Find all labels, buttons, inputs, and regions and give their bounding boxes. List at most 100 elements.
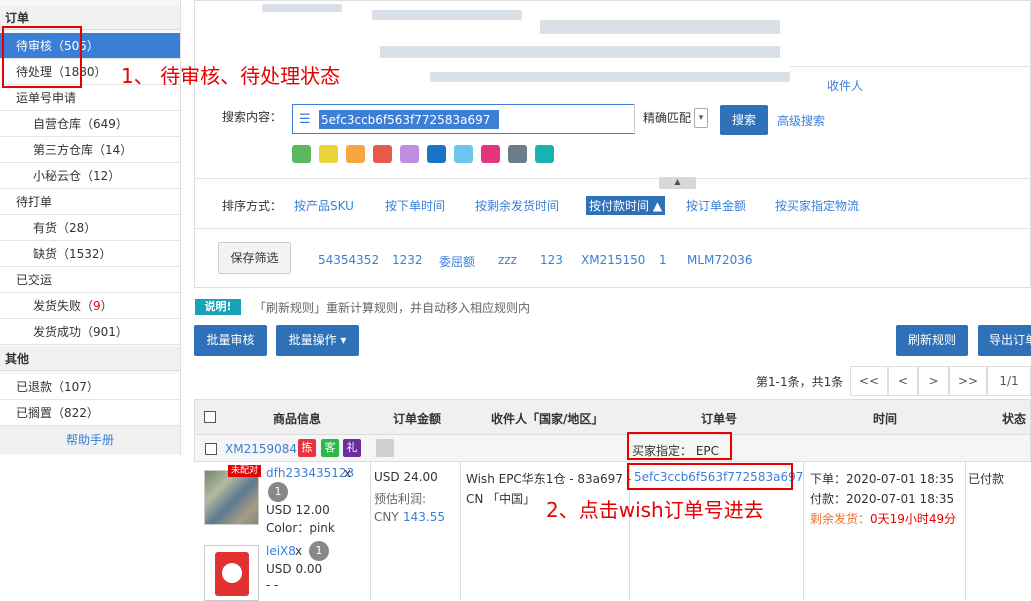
- profit-value: 143.55: [403, 510, 445, 524]
- sidebar-item-out-of-stock[interactable]: 缺货（1532）: [0, 241, 180, 267]
- order-placed-time: 下单：2020-07-01 18:35: [810, 472, 955, 486]
- pager-first-button[interactable]: <<: [850, 366, 888, 396]
- placeholder-tag: [376, 439, 394, 457]
- search-label: 搜索内容：: [222, 110, 283, 124]
- sidebar-item-count-number: 9: [93, 299, 101, 313]
- redacted-area: [372, 10, 522, 20]
- sidebar-item-count: （822）: [52, 406, 99, 420]
- collapse-toggle[interactable]: ▲: [659, 177, 696, 189]
- sidebar-item-own-warehouse[interactable]: 自营仓库（649）: [0, 111, 180, 137]
- notice-text: 「刷新规则」重新计算规则，并自动移入相应规则内: [254, 301, 531, 315]
- pager-next-button[interactable]: >: [918, 366, 949, 396]
- product-thumbnail[interactable]: [204, 470, 259, 525]
- pager-prev-button[interactable]: <: [888, 366, 918, 396]
- color-swatch[interactable]: [508, 145, 527, 163]
- annotation-box-order-number: [627, 463, 793, 490]
- save-filter-button[interactable]: 保存筛选: [218, 242, 291, 274]
- pager-summary: 第1-1条，共1条: [756, 375, 844, 389]
- sort-by-payment-time[interactable]: 按付款时间 ▲: [586, 196, 666, 215]
- order-status: 已付款: [968, 472, 1005, 486]
- sidebar-item-shipped[interactable]: 已交运: [0, 267, 180, 293]
- sidebar-item-count: （14）: [93, 143, 133, 157]
- qty-separator: x: [344, 466, 352, 480]
- saved-filter[interactable]: 1: [659, 253, 667, 267]
- color-swatch[interactable]: [535, 145, 554, 163]
- annotation-step-1: 1、 待审核、待处理状态: [121, 64, 341, 88]
- sidebar-item-cloud-warehouse[interactable]: 小秘云仓（12）: [0, 163, 180, 189]
- notice-badge: 说明!: [195, 299, 241, 315]
- saved-filter[interactable]: MLM72036: [687, 253, 753, 267]
- product-price: USD 12.00: [266, 503, 330, 517]
- chevron-down-icon: ▾: [694, 108, 708, 128]
- col-order-number: 订单号: [701, 412, 738, 426]
- profit-currency: CNY: [374, 510, 399, 524]
- color-swatch[interactable]: [481, 145, 500, 163]
- sort-by-buyer-logistics[interactable]: 按买家指定物流: [775, 197, 859, 214]
- saved-filter[interactable]: 54354352: [318, 253, 379, 267]
- sort-by-amount[interactable]: 按订单金额: [686, 197, 746, 214]
- product-sku-link[interactable]: dfh233435123: [266, 466, 354, 480]
- export-orders-button[interactable]: 导出订单: [978, 325, 1031, 356]
- refresh-rules-button[interactable]: 刷新规则: [896, 325, 968, 356]
- sidebar-item-to-print[interactable]: 待打单: [0, 189, 180, 215]
- pager-last-button[interactable]: >>: [949, 366, 987, 396]
- color-swatch[interactable]: [346, 145, 365, 163]
- help-manual-link[interactable]: 帮助手册: [0, 426, 180, 454]
- color-swatch[interactable]: [427, 145, 446, 163]
- search-button[interactable]: 搜索: [720, 105, 768, 135]
- sort-by-remaining-ship-time[interactable]: 按剩余发货时间: [475, 197, 559, 214]
- sidebar-item-count: （12）: [81, 169, 121, 183]
- quantity-badge: 1: [268, 482, 288, 502]
- divider: [790, 66, 1031, 67]
- color-swatch[interactable]: [319, 145, 338, 163]
- color-swatch[interactable]: [373, 145, 392, 163]
- order-id-link[interactable]: XM2159084: [225, 442, 297, 456]
- saved-filter[interactable]: 委屈额: [439, 253, 475, 270]
- recipient-name: Wish EPC华东1仓 - 83a697 -: [466, 472, 632, 486]
- product-color: Color：pink: [266, 521, 335, 535]
- quantity-badge: 1: [309, 541, 329, 561]
- select-all-checkbox[interactable]: [204, 411, 216, 423]
- product-sku-link[interactable]: leiX8: [266, 544, 296, 558]
- sidebar-item-label: 自营仓库: [33, 117, 82, 131]
- sidebar-item-label: 有货: [33, 221, 58, 235]
- sidebar-item-third-party-warehouse[interactable]: 第三方仓库（14）: [0, 137, 180, 163]
- color-swatch[interactable]: [454, 145, 473, 163]
- remaining-ship-time: 0天19小时49分: [870, 512, 957, 526]
- recipient-filter-link[interactable]: 收件人: [827, 77, 863, 94]
- col-divider: [965, 462, 966, 601]
- batch-review-button[interactable]: 批量审核: [194, 325, 267, 356]
- redacted-area: [380, 46, 780, 58]
- sidebar-item-in-stock[interactable]: 有货（28）: [0, 215, 180, 241]
- sort-by-order-time[interactable]: 按下单时间: [385, 197, 445, 214]
- match-mode-select[interactable]: 精确匹配 ▾: [634, 104, 710, 134]
- search-panel: [194, 0, 1031, 288]
- sidebar-item-label: 第三方仓库: [33, 143, 94, 157]
- sort-label: 排序方式：: [222, 199, 283, 213]
- recipient-country: CN 「中国」: [466, 492, 536, 506]
- color-swatch[interactable]: [292, 145, 311, 163]
- sort-by-sku[interactable]: 按产品SKU: [294, 197, 354, 214]
- sidebar-item-label: 已退款: [16, 380, 53, 394]
- sidebar-item-on-hold[interactable]: 已搁置（822）: [0, 400, 180, 426]
- order-checkbox[interactable]: [205, 443, 217, 455]
- color-swatch[interactable]: [400, 145, 419, 163]
- advanced-search-link[interactable]: 高级搜索: [777, 112, 825, 129]
- col-time: 时间: [873, 412, 898, 426]
- col-product-info: 商品信息: [273, 412, 322, 426]
- product-thumbnail[interactable]: [204, 545, 259, 601]
- sidebar-item-ship-success[interactable]: 发货成功（901）: [0, 319, 180, 345]
- annotation-box-status: [2, 26, 82, 88]
- saved-filter[interactable]: zzz: [498, 253, 517, 267]
- sidebar-item-label: 运单号申请: [16, 91, 77, 105]
- redacted-area: [540, 20, 780, 34]
- saved-filter[interactable]: 123: [540, 253, 563, 267]
- saved-filter[interactable]: XM215150: [581, 253, 645, 267]
- sidebar-item-refunded[interactable]: 已退款（107）: [0, 374, 180, 400]
- batch-operations-button[interactable]: 批量操作 ▾: [276, 325, 359, 356]
- search-input[interactable]: [319, 110, 499, 129]
- order-amount: USD 24.00: [374, 470, 438, 484]
- sidebar-item-ship-failed[interactable]: 发货失败（9）: [0, 293, 180, 319]
- saved-filter[interactable]: 1232: [392, 253, 423, 267]
- product-color: - -: [266, 578, 279, 592]
